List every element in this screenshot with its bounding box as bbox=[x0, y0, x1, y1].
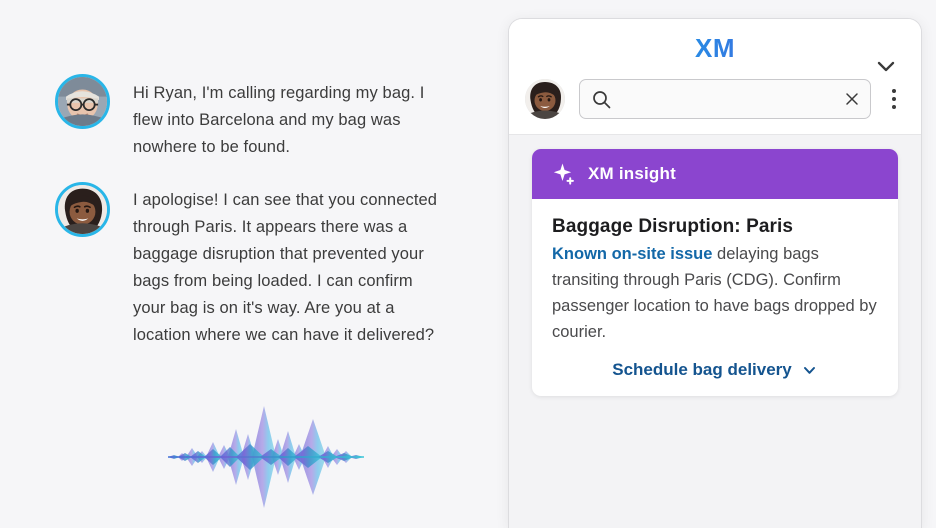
insight-highlight: Known on-site issue bbox=[552, 245, 713, 263]
transcript-message-text: I apologise! I can see that you connecte… bbox=[133, 191, 438, 344]
panel-body: XM insight Baggage Disruption: Paris Kno… bbox=[509, 135, 921, 528]
transcript-message-text: Hi Ryan, I'm calling regarding my bag. I… bbox=[133, 84, 425, 156]
insight-title: Baggage Disruption: Paris bbox=[552, 216, 794, 237]
chevron-down-icon[interactable] bbox=[873, 53, 899, 79]
sparkle-icon bbox=[552, 162, 577, 187]
customer-avatar bbox=[55, 74, 110, 129]
xm-app-panel: XM XM insight Baggage Disruption: Paris … bbox=[508, 18, 922, 528]
insight-card-header: XM insight bbox=[532, 149, 898, 199]
schedule-bag-delivery-button[interactable]: Schedule bag delivery bbox=[552, 360, 878, 380]
kebab-menu-icon[interactable] bbox=[883, 89, 905, 109]
transcript-message: I apologise! I can see that you connecte… bbox=[55, 182, 438, 349]
avatar[interactable] bbox=[525, 79, 565, 119]
panel-header: XM bbox=[509, 19, 921, 135]
insight-card-body: Baggage Disruption: Paris Known on-site … bbox=[532, 199, 898, 396]
search-icon bbox=[592, 90, 611, 109]
transcript-message: Hi Ryan, I'm calling regarding my bag. I… bbox=[55, 74, 433, 161]
search-input[interactable] bbox=[617, 80, 838, 118]
search-box[interactable] bbox=[579, 79, 871, 119]
call-transcript-panel: Hi Ryan, I'm calling regarding my bag. I… bbox=[0, 0, 500, 528]
chevron-down-icon bbox=[801, 362, 818, 379]
agent-avatar bbox=[55, 182, 110, 237]
audio-waveform bbox=[168, 398, 364, 516]
xm-insight-card: XM insight Baggage Disruption: Paris Kno… bbox=[532, 149, 898, 396]
insight-description: Known on-site issue delaying bags transi… bbox=[552, 241, 878, 345]
insight-card-label: XM insight bbox=[588, 164, 676, 183]
search-row bbox=[517, 79, 913, 119]
schedule-bag-delivery-label: Schedule bag delivery bbox=[612, 360, 792, 379]
close-icon[interactable] bbox=[844, 91, 860, 107]
xm-logo: XM bbox=[509, 33, 921, 64]
